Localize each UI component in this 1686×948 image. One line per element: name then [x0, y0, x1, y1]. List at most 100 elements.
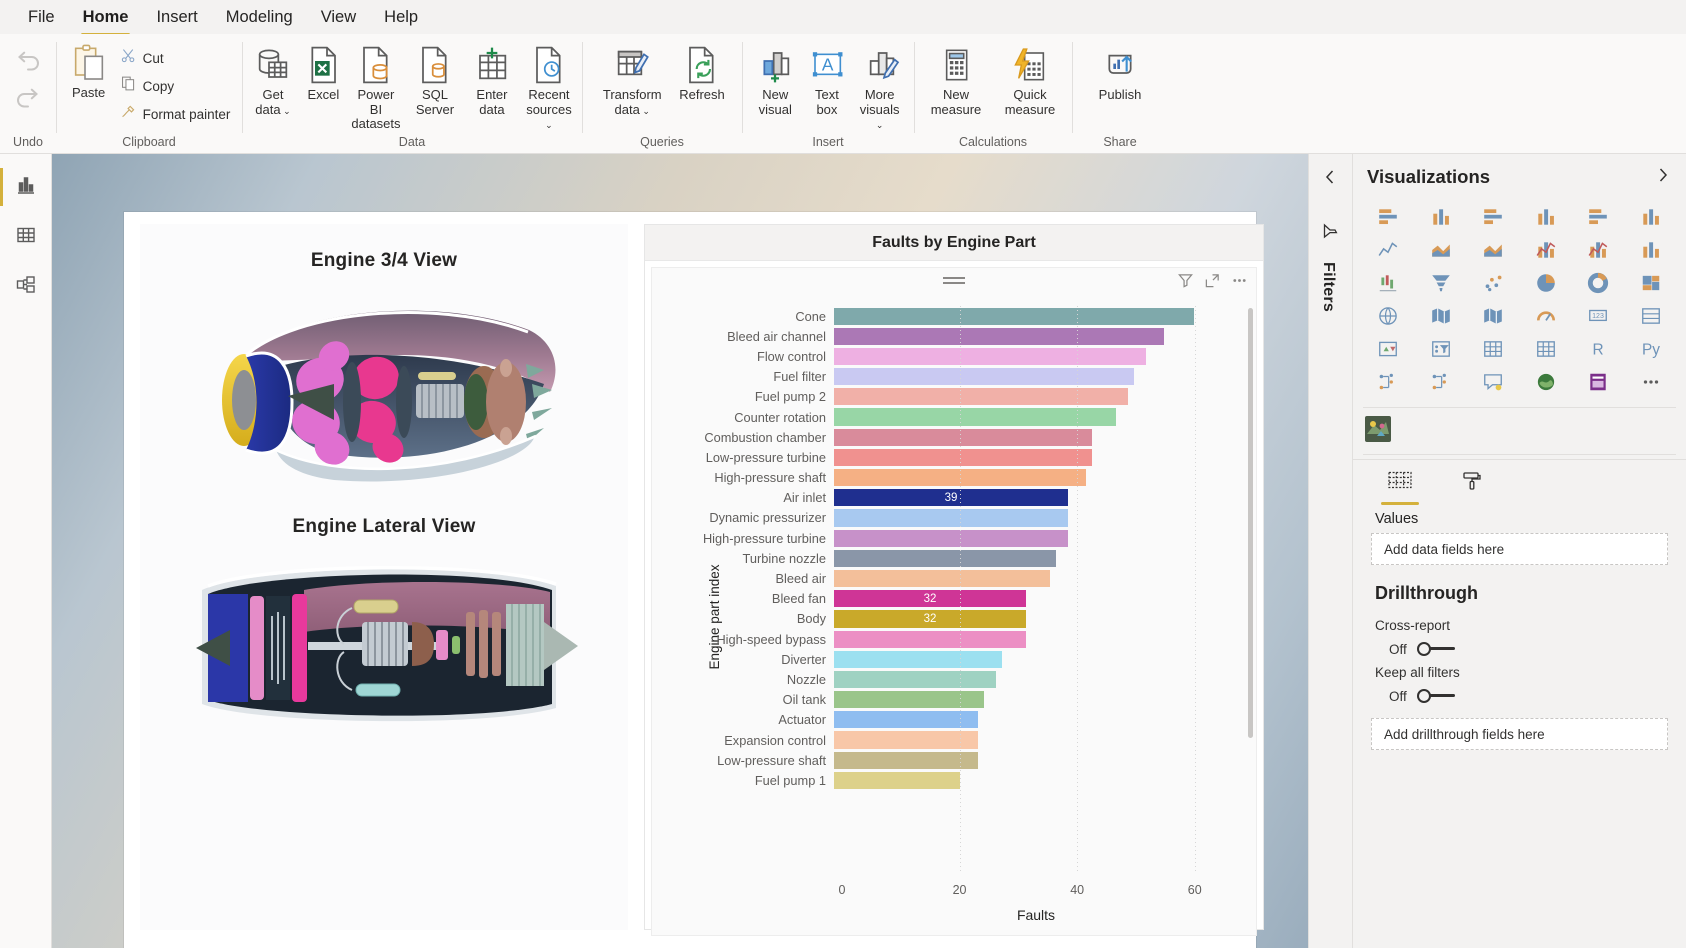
bar[interactable]: 32	[834, 590, 1026, 607]
ribbon-tab-modeling[interactable]: Modeling	[212, 4, 307, 31]
bar[interactable]	[834, 772, 960, 789]
100-stacked-bar-chart-icon[interactable]	[1573, 202, 1624, 232]
ribbon-chart-icon[interactable]	[1626, 235, 1677, 265]
bar[interactable]	[834, 570, 1050, 587]
bar-row[interactable]: Diverter	[682, 649, 1230, 669]
engine-images-visual[interactable]: Engine 3/4 View	[140, 224, 628, 930]
bar-row[interactable]: High-pressure shaft	[682, 468, 1230, 488]
bar-row[interactable]: Low-pressure shaft	[682, 750, 1230, 770]
bar-row[interactable]: Turbine nozzle	[682, 548, 1230, 568]
filters-pane-label[interactable]: Filters	[1319, 262, 1337, 312]
donut-chart-icon[interactable]	[1573, 268, 1624, 298]
bar[interactable]	[834, 308, 1194, 325]
drag-handle-icon[interactable]	[943, 277, 965, 287]
bar[interactable]	[834, 731, 978, 748]
bar-row[interactable]: High-speed bypass	[682, 629, 1230, 649]
clustered-bar-chart-icon[interactable]	[1468, 202, 1519, 232]
ribbon-tab-insert[interactable]: Insert	[142, 4, 211, 31]
filled-map-icon[interactable]	[1416, 301, 1467, 331]
enter-data-button[interactable]: Enter data	[465, 38, 518, 121]
area-chart-icon[interactable]	[1416, 235, 1467, 265]
bar-row[interactable]: Fuel pump 1	[682, 770, 1230, 790]
bar-row[interactable]: Bleed air channel	[682, 326, 1230, 346]
bar[interactable]	[834, 651, 1002, 668]
more-visuals-button[interactable]: More visuals ⌄	[851, 38, 908, 136]
stacked-bar-chart-icon[interactable]	[1363, 202, 1414, 232]
sql-server-button[interactable]: SQL Server	[406, 38, 463, 121]
card-icon[interactable]: 123	[1573, 301, 1624, 331]
chevron-right-icon[interactable]	[1654, 166, 1672, 189]
gauge-icon[interactable]	[1521, 301, 1572, 331]
sidebar-item-report-view[interactable]	[0, 162, 52, 212]
keep-all-filters-toggle[interactable]	[1415, 688, 1457, 704]
excel-button[interactable]: Excel	[301, 38, 345, 107]
format-painter-button[interactable]: Format painter	[116, 100, 235, 128]
chevron-down-icon[interactable]: ⌄	[545, 120, 553, 130]
bar-row[interactable]: Oil tank	[682, 690, 1230, 710]
bar[interactable]	[834, 408, 1116, 425]
waterfall-chart-icon[interactable]	[1363, 268, 1414, 298]
sidebar-item-model-view[interactable]	[0, 262, 52, 312]
funnel-chart-icon[interactable]	[1416, 268, 1467, 298]
focus-mode-icon[interactable]	[1204, 272, 1221, 294]
stacked-area-chart-icon[interactable]	[1468, 235, 1519, 265]
bar[interactable]	[834, 691, 984, 708]
treemap-icon[interactable]	[1626, 268, 1677, 298]
cross-report-toggle-row[interactable]: Off	[1353, 633, 1686, 657]
bar-row[interactable]: Cone	[682, 306, 1230, 326]
filter-icon[interactable]	[1177, 272, 1194, 294]
line-chart-icon[interactable]	[1363, 235, 1414, 265]
faults-by-engine-part-visual[interactable]: Faults by Engine Part	[644, 224, 1264, 930]
bar[interactable]	[834, 368, 1134, 385]
bar-row[interactable]: Bleed fan32	[682, 589, 1230, 609]
bar-row[interactable]: Nozzle	[682, 669, 1230, 689]
slicer-icon[interactable]	[1416, 334, 1467, 364]
ribbon-tab-home[interactable]: Home	[69, 4, 143, 31]
table-icon[interactable]	[1468, 334, 1519, 364]
bar-row[interactable]: Combustion chamber	[682, 427, 1230, 447]
more-options-icon[interactable]	[1231, 272, 1248, 294]
shape-map-icon[interactable]	[1468, 301, 1519, 331]
bar-row[interactable]: Expansion control	[682, 730, 1230, 750]
line-stacked-column-chart-icon[interactable]	[1521, 235, 1572, 265]
bar[interactable]	[834, 429, 1092, 446]
kpi-icon[interactable]	[1363, 334, 1414, 364]
report-canvas[interactable]: Engine 3/4 View	[52, 154, 1308, 948]
bar-row[interactable]: Bleed air	[682, 568, 1230, 588]
chart-scrollbar[interactable]	[1248, 302, 1253, 875]
publish-button[interactable]: Publish	[1093, 38, 1148, 107]
bar-row[interactable]: High-pressure turbine	[682, 528, 1230, 548]
sidebar-item-data-view[interactable]	[0, 212, 52, 262]
bar[interactable]	[834, 509, 1068, 526]
chart-scrollbar-thumb[interactable]	[1248, 308, 1253, 738]
arcgis-maps-icon[interactable]	[1521, 367, 1572, 397]
bar-row[interactable]: Flow control	[682, 346, 1230, 366]
python-visual-icon[interactable]: Py	[1626, 334, 1677, 364]
bar-row[interactable]: Body32	[682, 609, 1230, 629]
line-clustered-column-chart-icon[interactable]	[1573, 235, 1624, 265]
ribbon-tab-view[interactable]: View	[307, 4, 370, 31]
redo-button[interactable]	[13, 84, 43, 119]
ribbon-tab-file[interactable]: File	[14, 4, 69, 31]
chevron-down-icon[interactable]: ⌄	[876, 120, 884, 130]
bar-row[interactable]: Fuel pump 2	[682, 387, 1230, 407]
bar[interactable]	[834, 671, 996, 688]
decomposition-tree-icon[interactable]	[1363, 367, 1414, 397]
chevron-left-icon[interactable]	[1321, 168, 1339, 191]
matrix-icon[interactable]	[1521, 334, 1572, 364]
bar[interactable]	[834, 530, 1068, 547]
new-measure-button[interactable]: New measure	[920, 38, 992, 121]
get-data-button[interactable]: Get data ⌄	[247, 38, 300, 121]
undo-button[interactable]	[13, 47, 43, 82]
bar[interactable]	[834, 550, 1056, 567]
bar[interactable]	[834, 388, 1128, 405]
r-script-visual-icon[interactable]: R	[1573, 334, 1624, 364]
chart-body[interactable]: Engine part index ConeBleed air channelF…	[651, 267, 1257, 936]
key-influencers-icon[interactable]	[1416, 367, 1467, 397]
cut-button[interactable]: Cut	[116, 44, 235, 72]
clustered-column-chart-icon[interactable]	[1521, 202, 1572, 232]
bar[interactable]	[834, 328, 1164, 345]
bar-row[interactable]: Dynamic pressurizer	[682, 508, 1230, 528]
values-dropzone[interactable]: Add data fields here	[1371, 533, 1668, 565]
bar-row[interactable]: Counter rotation	[682, 407, 1230, 427]
